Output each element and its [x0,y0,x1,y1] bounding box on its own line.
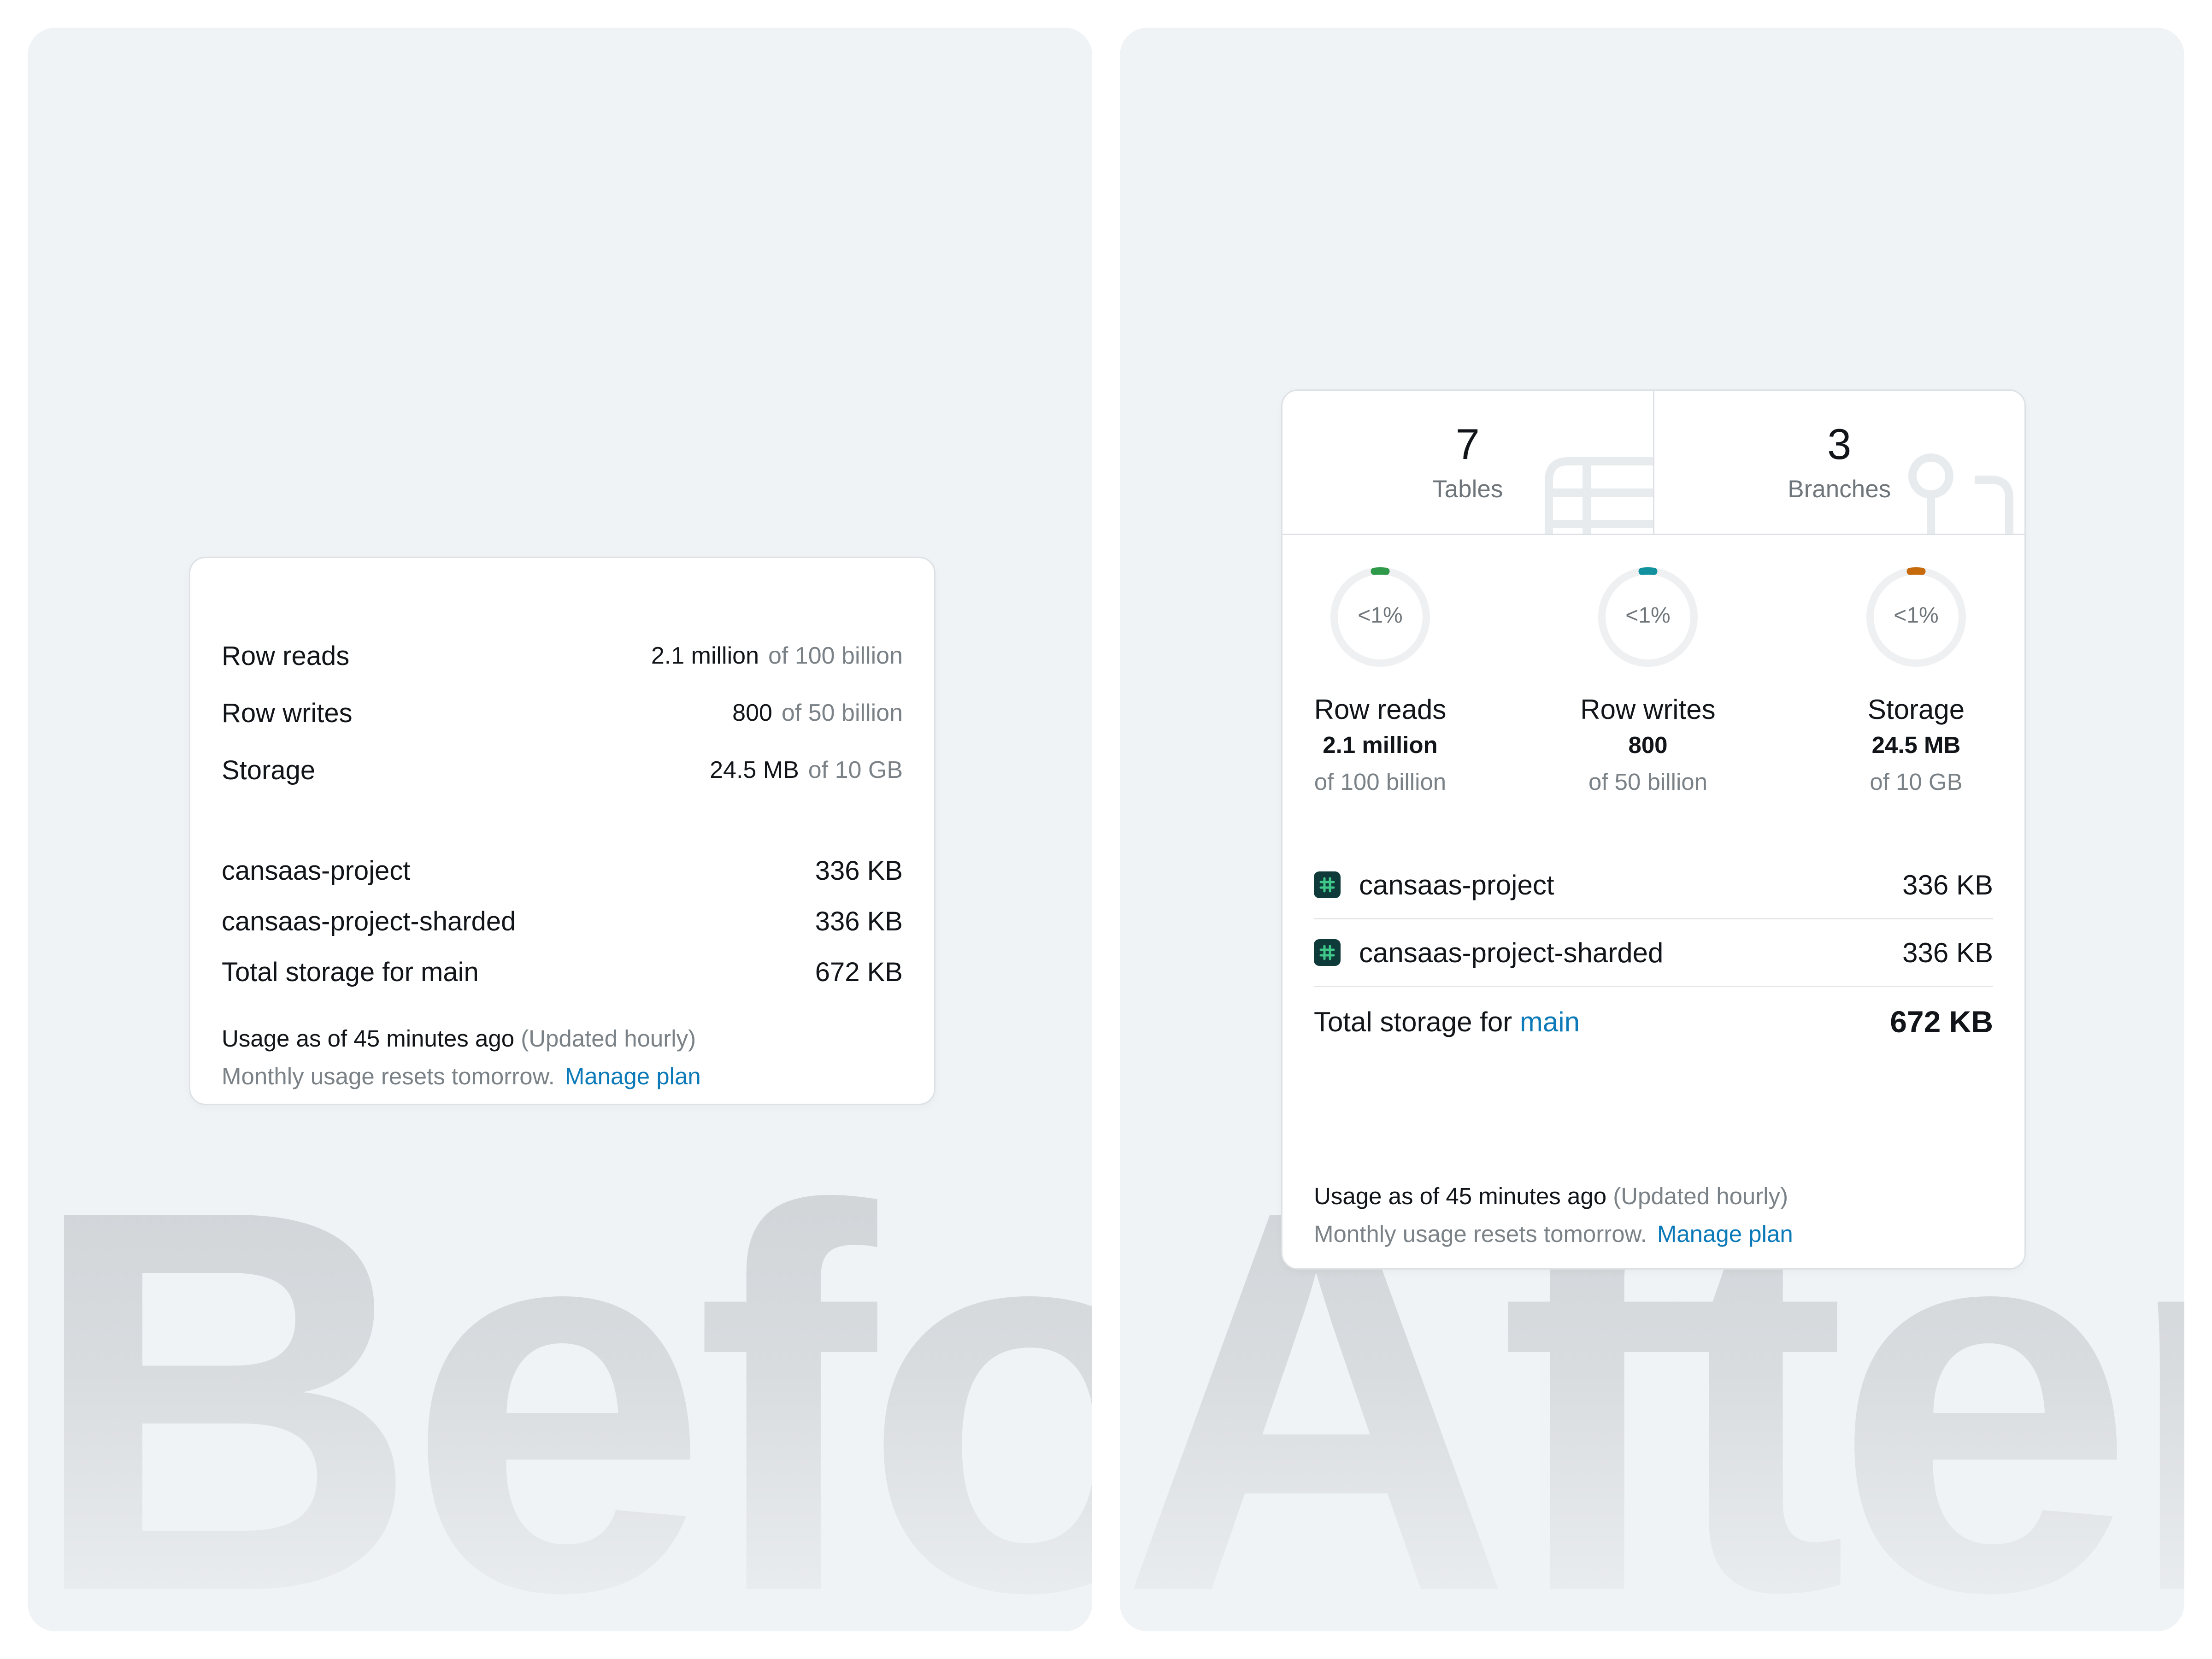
reset-line: Monthly usage resets tomorrow. Manage pla… [1314,1215,1793,1253]
gauge-percent: <1% [1894,603,1938,628]
metric-value: 2.1 million [1323,732,1438,758]
metric-value: 24.5 MB [1871,732,1961,758]
gauge-percent: <1% [1358,603,1402,628]
tables-count: 7 [1455,420,1480,468]
usage-as-of: Usage as of 45 minutes ago [222,1025,515,1052]
database-size: 336 KB [1902,869,1993,900]
database-row: cansaas-project-sharded 336 KB [222,903,903,940]
usage-row-row-writes: Row writes 800 of 50 billion [222,694,903,731]
metric-limit: of 50 billion [1588,769,1707,795]
usage-value: 24.5 MB of 10 GB [710,756,903,784]
metric-limit: of 100 billion [1314,769,1447,795]
stats-header: 7 Tables 3 Branches [1282,391,2024,535]
usage-amount: 2.1 million [651,642,759,669]
before-panel: Before Row reads 2.1 million of 100 billi… [28,28,1092,1631]
database-name: cansaas-project [222,855,411,886]
usage-limit: of 100 billion [768,642,903,669]
usage-label: Row writes [222,698,353,728]
branch-link-main[interactable]: main [1520,1006,1580,1037]
after-panel: After 7 Tables 3 Branches [1120,28,2184,1631]
branches-count: 3 [1827,420,1852,468]
database-size: 336 KB [815,906,903,936]
branches-stat[interactable]: 3 Branches [1653,391,2025,534]
manage-plan-link[interactable]: Manage plan [1657,1221,1793,1247]
tables-stat[interactable]: 7 Tables [1282,391,1653,534]
update-frequency: (Updated hourly) [1613,1183,1788,1209]
row-writes-gauge: <1% [1598,567,1698,667]
branches-label: Branches [1788,476,1891,503]
usage-amount: 800 [732,700,772,726]
usage-timestamp-line: Usage as of 45 minutes ago (Updated hour… [1314,1177,1793,1215]
total-storage-row: Total storage for main 672 KB [222,953,903,990]
total-storage-value: 672 KB [815,957,903,987]
usage-label: Storage [222,755,316,785]
metric-label: Row reads [1314,694,1447,725]
database-icon [1314,939,1341,966]
usage-value: 800 of 50 billion [732,699,903,727]
usage-footer: Usage as of 45 minutes ago (Updated hour… [222,1020,701,1095]
reset-notice: Monthly usage resets tomorrow. [1314,1221,1647,1247]
usage-label: Row reads [222,641,350,671]
reset-line: Monthly usage resets tomorrow. Manage pla… [222,1058,701,1095]
database-name: cansaas-project-sharded [1359,937,1664,968]
usage-limit: of 50 billion [781,700,903,726]
metric-row-writes: <1% Row writes 800 of 50 billion [1547,564,1749,800]
usage-row-row-reads: Row reads 2.1 million of 100 billion [222,637,903,674]
usage-limit: of 10 GB [808,757,903,783]
storage-gauge: <1% [1866,567,1966,667]
usage-card-before: Row reads 2.1 million of 100 billion Row … [189,557,935,1105]
database-row: cansaas-project 336 KB [222,852,903,889]
total-storage-label: Total storage for main [222,957,479,987]
row-reads-gauge: <1% [1330,567,1430,667]
metric-label: Row writes [1580,694,1716,725]
metric-limit: of 10 GB [1870,769,1963,795]
metric-storage: <1% Storage 24.5 MB of 10 GB [1815,564,2018,800]
manage-plan-link[interactable]: Manage plan [565,1063,701,1089]
database-row[interactable]: cansaas-project-sharded 336 KB [1314,919,1993,987]
database-size: 336 KB [815,855,903,886]
usage-footer: Usage as of 45 minutes ago (Updated hour… [1314,1177,1793,1253]
total-storage-label: Total storage for main [1314,1006,1580,1037]
database-row[interactable]: cansaas-project 336 KB [1314,852,1993,919]
total-storage-row: Total storage for main 672 KB [1314,987,1993,1056]
gauge-percent: <1% [1625,603,1670,628]
usage-value: 2.1 million of 100 billion [651,642,903,670]
database-name: cansaas-project-sharded [222,906,516,936]
usage-row-storage: Storage 24.5 MB of 10 GB [222,752,903,788]
usage-as-of: Usage as of 45 minutes ago [1314,1183,1607,1209]
metric-label: Storage [1867,694,1965,725]
database-name: cansaas-project [1359,869,1554,900]
database-icon [1314,871,1341,898]
usage-timestamp-line: Usage as of 45 minutes ago (Updated hour… [222,1020,701,1058]
metric-value: 800 [1628,732,1668,758]
total-storage-value: 672 KB [1890,1005,1993,1039]
usage-card-after: 7 Tables 3 Branches <1% Row reads 2.1 mi… [1281,389,2026,1270]
tables-label: Tables [1432,476,1503,503]
reset-notice: Monthly usage resets tomorrow. [222,1063,555,1089]
metric-row-reads: <1% Row reads 2.1 million of 100 billion [1282,564,1482,800]
database-size: 336 KB [1902,937,1993,968]
update-frequency: (Updated hourly) [521,1025,696,1052]
usage-amount: 24.5 MB [710,757,799,783]
before-watermark: Before [28,1129,1092,1631]
